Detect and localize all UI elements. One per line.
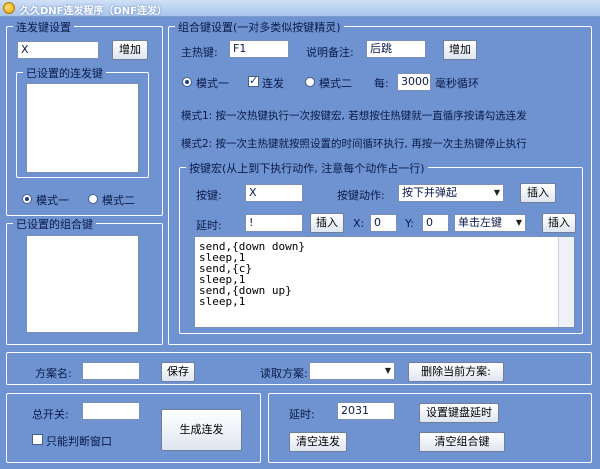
set-keyboard-delay-button[interactable]: 设置键盘延时 [419,403,499,423]
combo-mode2-radio[interactable] [305,77,315,87]
key-action-label: 按键动作: [337,189,385,202]
window-only-label: 只能判断窗口 [46,435,112,448]
combo-mode1-label: 模式一 [196,77,229,90]
combo-mode1-radio[interactable] [182,77,192,87]
mouse-action-value: 单击左键 [458,216,502,229]
plan-name-input[interactable] [82,362,140,380]
insert-mouse-action-button[interactable]: 插入 [542,213,576,233]
mouse-y-label: Y: [405,217,414,230]
every-label: 每: [374,77,389,90]
clear-repeat-button[interactable]: 清空连发 [289,432,347,452]
window-only-checkbox[interactable] [32,434,43,445]
macro-delay-input[interactable]: ! [245,214,303,232]
set-combo-keys-title: 已设置的组合键 [13,216,96,232]
mouse-x-input[interactable]: 0 [370,214,397,232]
main-switch-label: 总开关: [32,408,69,421]
ms-loop-label: 毫秒循环 [435,77,479,90]
set-repeat-keys-list[interactable] [26,83,139,173]
key-action-select[interactable]: 按下并弹起 ▼ [398,184,504,202]
chevron-down-icon: ▼ [384,366,391,375]
repeat-key-group-title: 连发键设置 [13,19,74,35]
hotkey-input[interactable]: F1 [229,40,289,58]
key-action-value: 按下并弹起 [402,186,457,199]
remark-label: 说明备注: [306,46,354,59]
delete-plan-button[interactable]: 删除当前方案: [408,362,504,382]
repeat-mode2-radio[interactable] [88,194,98,204]
keyboard-delay-input[interactable]: 2031 [337,402,395,420]
app-logo-icon [3,2,15,14]
generate-repeat-button[interactable]: 生成连发 [161,409,242,451]
set-combo-keys-list[interactable] [26,235,139,333]
macro-editor-scrollbar[interactable] [558,237,574,327]
read-plan-select[interactable]: ▼ [309,362,395,380]
repeat-key-input[interactable]: X [17,41,99,59]
chevron-down-icon: ▼ [493,188,500,197]
repeat-mode2-label: 模式二 [102,194,135,207]
main-switch-hotkey-input[interactable] [82,402,140,420]
add-combo-key-button[interactable]: 增加 [443,40,477,60]
mode2-description: 模式2: 按一次主热键就按照设置的时间循环执行, 再按一次主热键停止执行 [181,138,527,150]
macro-key-input[interactable]: X [245,184,303,202]
keyboard-delay-label: 延时: [289,408,315,421]
combo-mode2-label: 模式二 [319,77,352,90]
window-title: 久久DNF连发程序（DNF连发） [20,6,168,17]
plan-name-label: 方案名: [35,367,72,380]
combo-repeat-checkbox[interactable] [248,74,259,87]
add-repeat-key-button[interactable]: 增加 [112,40,148,60]
mouse-action-select[interactable]: 单击左键 ▼ [454,214,526,232]
macro-editor[interactable]: send,{down down} sleep,1 send,{c} sleep,… [194,236,575,328]
repeat-mode1-radio[interactable] [22,194,32,204]
combo-repeat-label: 连发 [262,77,284,90]
chevron-down-icon: ▼ [515,218,522,227]
read-plan-label: 读取方案: [260,367,308,380]
clear-combo-button[interactable]: 清空组合键 [419,432,505,452]
remark-input[interactable]: 后跳 [366,40,426,58]
repeat-mode1-label: 模式一 [36,194,69,207]
save-plan-button[interactable]: 保存 [161,362,195,382]
hotkey-label: 主热键: [181,46,218,59]
combo-key-group-title: 组合键设置(一对多类似按键精灵) [175,19,344,35]
mouse-y-input[interactable]: 0 [422,214,449,232]
mouse-x-label: X: [353,217,365,230]
insert-delay-button[interactable]: 插入 [310,213,344,233]
insert-key-action-button[interactable]: 插入 [520,183,556,203]
macro-key-label: 按键: [196,189,222,202]
macro-editor-text: send,{down down} sleep,1 send,{c} sleep,… [199,240,305,308]
macro-delay-label: 延时: [196,219,222,232]
set-repeat-keys-title: 已设置的连发键 [23,65,106,81]
interval-ms-input[interactable]: 3000 [397,73,431,91]
macro-group-title: 按键宏(从上到下执行动作, 注意每个动作占一行) [186,160,428,176]
mode1-description: 模式1: 按一次热键执行一次按键宏, 若想按住热键就一直循序按请勾选连发 [181,110,527,122]
title-bar: 久久DNF连发程序（DNF连发） [0,0,600,17]
